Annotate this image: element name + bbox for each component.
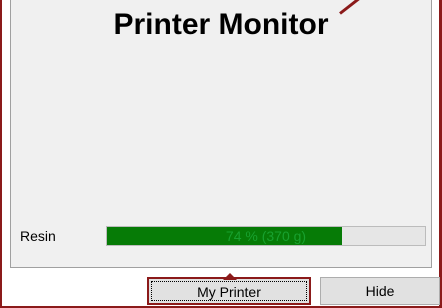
my-printer-button[interactable]: My Printer bbox=[147, 273, 311, 305]
callout-caret-icon bbox=[223, 273, 237, 280]
resin-row: Resin 74 % (370 g) bbox=[20, 226, 430, 246]
frame-border-left bbox=[0, 0, 2, 308]
button-bar: My Printer Hide bbox=[0, 268, 442, 308]
page-title: Printer Monitor bbox=[113, 8, 329, 41]
hide-button[interactable]: Hide bbox=[320, 277, 440, 305]
resin-label: Resin bbox=[20, 228, 56, 244]
hide-button-label: Hide bbox=[365, 283, 395, 299]
resin-progress-bar: 74 % (370 g) bbox=[106, 226, 426, 246]
printer-monitor-window: Printer Monitor Resin 74 % (370 g) My Pr… bbox=[0, 0, 442, 308]
resin-progress-text: 74 % (370 g) bbox=[225, 228, 307, 244]
focus-rectangle bbox=[151, 281, 307, 301]
